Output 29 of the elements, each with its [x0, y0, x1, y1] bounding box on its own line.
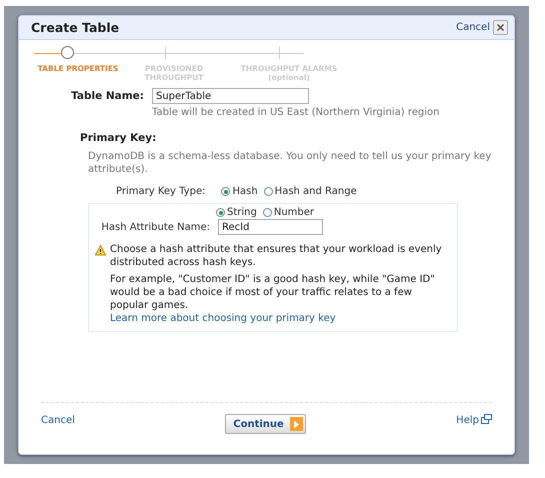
- warning-icon: [95, 245, 106, 256]
- continue-button[interactable]: Continue: [225, 414, 306, 434]
- attribute-name-field[interactable]: RecId: [218, 219, 323, 235]
- learn-more-link[interactable]: Learn more about choosing your primary key: [110, 313, 336, 324]
- cancel-link[interactable]: Cancel: [456, 22, 490, 33]
- table-name-field[interactable]: SuperTable: [152, 88, 309, 104]
- cancel-link[interactable]: Cancel: [41, 415, 75, 426]
- field-label: Primary Key Type:: [116, 186, 206, 197]
- section-heading: Primary Key:: [80, 132, 158, 144]
- example-text: For example, "Customer ID" is a good hash key, while "Game ID" would be a bad choice if most of your traffic relates to a few popular games. Learn more about choosing your primary key: [110, 273, 436, 325]
- radio-button[interactable]: [216, 208, 225, 217]
- progress-marker: [61, 46, 74, 59]
- field-label: Hash Attribute Name:: [100, 222, 211, 232]
- radio-button[interactable]: [221, 187, 230, 196]
- help-link[interactable]: Help: [456, 415, 479, 426]
- key-type-option[interactable]: Hash and Range: [264, 186, 357, 197]
- description: DynamoDB is a schema-less database. You only need to tell us your primary key attribute(s).: [88, 150, 492, 176]
- region-hint: Table will be created in US East (Northern Virginia) region: [152, 107, 440, 118]
- radio-button[interactable]: [264, 187, 273, 196]
- attribute-type-option[interactable]: Number: [262, 207, 314, 218]
- radio-button[interactable]: [262, 208, 272, 217]
- play-icon: [290, 417, 303, 431]
- dialog-title: Create Table: [31, 20, 120, 35]
- external-window-icon: [480, 414, 492, 424]
- attribute-type-option[interactable]: String: [216, 207, 257, 218]
- field-label: Table Name:: [70, 90, 145, 102]
- key-type-option[interactable]: Hash: [221, 186, 258, 197]
- close-icon[interactable]: [493, 20, 508, 35]
- warning-text: Choose a hash attribute that ensures that your workload is evenly distributed across hash keys.: [110, 243, 443, 269]
